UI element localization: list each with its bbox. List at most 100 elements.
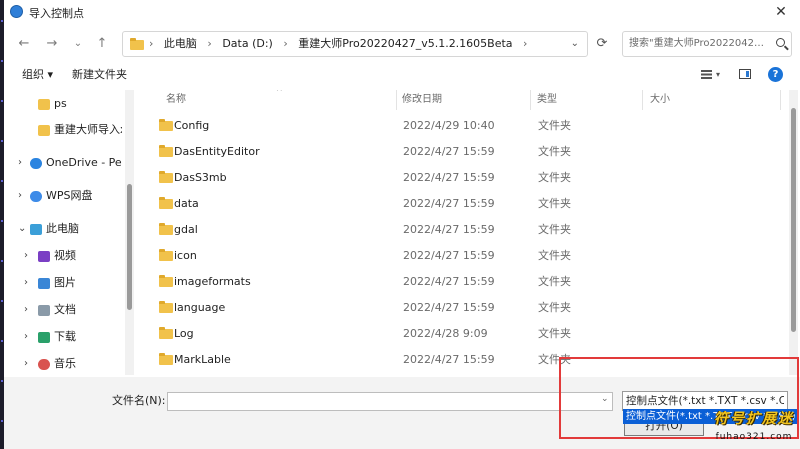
download-icon	[38, 332, 50, 343]
app-logo-icon	[10, 5, 23, 18]
refresh-button[interactable]: ⟳	[589, 28, 615, 60]
import-control-points-dialog: 导入控制点 ✕ ← → ⌄ ↑ › 此电脑 › Data (D:) › 重建大师…	[4, 0, 800, 449]
file-name: icon	[174, 249, 197, 262]
navigation-scrollbar-thumb[interactable]	[127, 184, 132, 310]
title-bar: 导入控制点 ✕	[4, 0, 800, 25]
recent-locations-button[interactable]: ⌄	[66, 28, 90, 60]
table-row[interactable]: Config 2022/4/29 10:40 文件夹	[144, 113, 784, 139]
file-type: 文件夹	[538, 249, 571, 262]
preview-pane-icon[interactable]	[739, 69, 751, 79]
breadcrumb-separator: ›	[283, 37, 288, 50]
column-header-modified[interactable]: 修改日期	[402, 90, 442, 110]
table-row[interactable]: DasEntityEditor 2022/4/27 15:59 文件夹	[144, 139, 784, 165]
file-type: 文件夹	[538, 223, 571, 236]
search-input[interactable]: 搜索"重建大师Pro20220427..."	[622, 31, 792, 57]
folder-icon	[159, 249, 173, 261]
expand-chevron-icon: ›	[18, 190, 22, 201]
folder-icon	[159, 353, 173, 365]
organize-button[interactable]: 组织 ▾	[22, 62, 53, 88]
column-header-size[interactable]: 大小	[650, 90, 670, 110]
sidebar-item-videos[interactable]: › 视频	[4, 245, 124, 267]
up-button[interactable]: ↑	[90, 28, 114, 60]
sidebar-item-documents[interactable]: › 文档	[4, 299, 124, 321]
folder-icon	[159, 223, 173, 235]
table-row[interactable]: data 2022/4/27 15:59 文件夹	[144, 191, 784, 217]
column-header-type[interactable]: 类型	[537, 90, 557, 110]
file-modified: 2022/4/27 15:59	[403, 249, 495, 262]
file-list-scrollbar[interactable]	[789, 90, 798, 375]
sidebar-item-music[interactable]: › 音乐	[4, 353, 124, 375]
video-icon	[38, 251, 50, 262]
folder-icon	[159, 171, 173, 183]
table-row[interactable]: DasS3mb 2022/4/27 15:59 文件夹	[144, 165, 784, 191]
breadcrumb-item-data-drive[interactable]: Data (D:)	[222, 37, 273, 50]
file-name: gdal	[174, 223, 198, 236]
computer-icon	[30, 224, 42, 235]
view-dropdown-icon[interactable]: ▾	[716, 62, 720, 88]
file-name: imageformats	[174, 275, 251, 288]
address-bar-row: ← → ⌄ ↑ › 此电脑 › Data (D:) › 重建大师Pro20220…	[4, 28, 800, 60]
table-row[interactable]: language 2022/4/27 15:59 文件夹	[144, 295, 784, 321]
breadcrumb-item-current-folder[interactable]: 重建大师Pro20220427_v5.1.2.1605Beta	[298, 37, 512, 50]
folder-icon	[159, 327, 173, 339]
sidebar-item-label: ps	[54, 97, 67, 110]
filename-input[interactable]	[167, 392, 613, 411]
breadcrumb-item-this-pc[interactable]: 此电脑	[164, 37, 197, 50]
sidebar-item-ps[interactable]: ps	[4, 93, 124, 115]
sidebar-item-label: 图片	[54, 276, 76, 289]
breadcrumb: › 此电脑 › Data (D:) › 重建大师Pro20220427_v5.1…	[149, 32, 534, 56]
back-button[interactable]: ←	[12, 28, 36, 60]
column-divider[interactable]	[642, 90, 643, 110]
sidebar-item-wps-cloud[interactable]: › WPS网盘	[4, 185, 124, 207]
view-options-icon[interactable]	[701, 70, 712, 79]
column-divider[interactable]	[396, 90, 397, 110]
file-list: 名称 ^ 修改日期 类型 大小 Config 2022/4/29 10:40 文…	[144, 90, 789, 375]
sidebar-item-onedrive[interactable]: › OneDrive - Personal	[4, 152, 124, 174]
edge-dot	[1, 60, 3, 62]
table-row[interactable]: gdal 2022/4/27 15:59 文件夹	[144, 217, 784, 243]
edge-dot	[1, 340, 3, 342]
sidebar-item-import-xml[interactable]: 重建大师导入xml	[4, 119, 124, 141]
file-type: 文件夹	[538, 301, 571, 314]
wps-cloud-icon	[30, 191, 42, 202]
table-row[interactable]: icon 2022/4/27 15:59 文件夹	[144, 243, 784, 269]
file-name: Config	[174, 119, 210, 132]
close-button[interactable]: ✕	[770, 2, 792, 22]
edge-dot	[1, 100, 3, 102]
music-icon	[38, 359, 50, 370]
file-name: Log	[174, 327, 194, 340]
column-header-name[interactable]: 名称	[166, 90, 186, 110]
help-icon[interactable]: ?	[768, 67, 783, 82]
sidebar-item-label: 音乐	[54, 357, 76, 370]
table-row[interactable]: imageformats 2022/4/27 15:59 文件夹	[144, 269, 784, 295]
file-modified: 2022/4/27 15:59	[403, 223, 495, 236]
file-modified: 2022/4/27 15:59	[403, 353, 495, 366]
folder-icon	[159, 119, 173, 131]
sidebar-item-label: OneDrive - Personal	[46, 156, 122, 169]
filename-label: 文件名(N):	[112, 394, 166, 407]
file-type: 文件夹	[538, 327, 571, 340]
file-name: data	[174, 197, 199, 210]
table-row[interactable]: Log 2022/4/28 9:09 文件夹	[144, 321, 784, 347]
folder-icon	[159, 275, 173, 287]
sidebar-item-this-pc[interactable]: ⌄ 此电脑	[4, 218, 124, 240]
chevron-down-icon[interactable]: ⌄	[571, 32, 579, 56]
file-name: MarkLable	[174, 353, 231, 366]
file-type: 文件夹	[538, 145, 571, 158]
folder-icon	[130, 38, 144, 50]
sidebar-item-pictures[interactable]: › 图片	[4, 272, 124, 294]
edge-dot	[1, 420, 3, 422]
edge-dot	[1, 260, 3, 262]
column-divider[interactable]	[780, 90, 781, 110]
navigation-scrollbar[interactable]	[125, 90, 134, 375]
file-list-scrollbar-thumb[interactable]	[791, 108, 796, 332]
column-divider[interactable]	[530, 90, 531, 110]
forward-button[interactable]: →	[40, 28, 64, 60]
file-modified: 2022/4/27 15:59	[403, 275, 495, 288]
expand-chevron-icon: ›	[24, 277, 28, 288]
site-watermark: 符号扩展迷 fuhao321.com	[706, 408, 800, 446]
picture-icon	[38, 278, 50, 289]
sidebar-item-downloads[interactable]: › 下载	[4, 326, 124, 348]
address-field[interactable]: › 此电脑 › Data (D:) › 重建大师Pro20220427_v5.1…	[122, 31, 588, 57]
new-folder-button[interactable]: 新建文件夹	[72, 62, 127, 88]
